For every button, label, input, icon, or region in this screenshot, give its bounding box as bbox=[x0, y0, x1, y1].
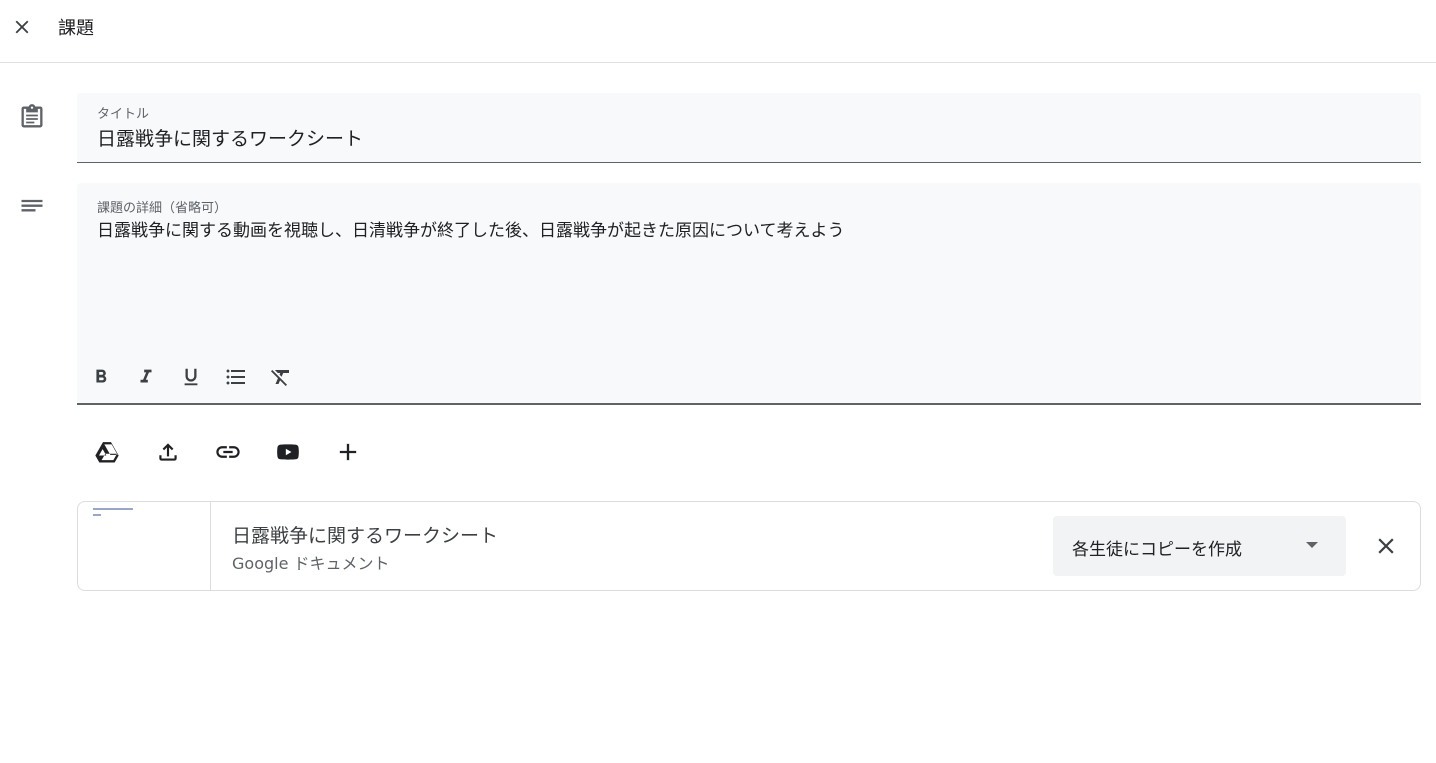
bold-icon bbox=[96, 369, 107, 383]
italic-button[interactable] bbox=[130, 361, 162, 393]
youtube-button[interactable] bbox=[268, 432, 308, 472]
bulleted-list-icon bbox=[226, 369, 245, 385]
google-drive-icon bbox=[95, 442, 119, 463]
youtube-icon bbox=[277, 444, 299, 460]
details-label: 課題の詳細（省略可） bbox=[97, 201, 228, 216]
document-thumbnail[interactable] bbox=[78, 502, 211, 590]
italic-icon bbox=[140, 369, 152, 383]
upload-button[interactable] bbox=[148, 432, 188, 472]
google-drive-button[interactable] bbox=[88, 432, 128, 472]
title-label: タイトル bbox=[97, 107, 150, 122]
attachment-type: Google ドキュメント bbox=[232, 554, 390, 573]
link-button[interactable] bbox=[208, 432, 248, 472]
thumbnail-line bbox=[93, 514, 101, 516]
clear-formatting-button[interactable] bbox=[265, 361, 297, 393]
share-option-select[interactable]: 各生徒にコピーを作成 bbox=[1053, 516, 1346, 576]
details-input[interactable]: 日露戦争に関する動画を視聴し、日清戦争が終了した後、日露戦争が起きた原因について… bbox=[97, 216, 845, 241]
share-option-value: 各生徒にコピーを作成 bbox=[1072, 540, 1242, 560]
details-field[interactable]: 課題の詳細（省略可） 日露戦争に関する動画を視聴し、日清戦争が終了した後、日露戦… bbox=[77, 183, 1421, 405]
title-input[interactable]: 日露戦争に関するワークシート bbox=[97, 124, 363, 151]
assignment-icon bbox=[18, 103, 46, 131]
close-icon bbox=[15, 20, 29, 34]
attachment-card[interactable]: 日露戦争に関するワークシート Google ドキュメント 各生徒にコピーを作成 bbox=[77, 501, 1421, 591]
close-button[interactable] bbox=[6, 11, 38, 43]
underline-button[interactable] bbox=[175, 361, 207, 393]
bulleted-list-button[interactable] bbox=[220, 361, 252, 393]
attachment-name[interactable]: 日露戦争に関するワークシート bbox=[232, 521, 498, 548]
description-icon bbox=[18, 194, 46, 222]
clear-formatting-icon bbox=[271, 370, 289, 386]
thumbnail-line bbox=[93, 508, 133, 510]
attachment-toolbar bbox=[88, 432, 368, 472]
title-field[interactable]: タイトル 日露戦争に関するワークシート bbox=[77, 93, 1421, 163]
upload-icon bbox=[159, 443, 177, 461]
underline-icon bbox=[184, 368, 198, 386]
format-toolbar bbox=[85, 361, 297, 393]
dropdown-arrow-icon bbox=[1306, 542, 1318, 548]
bold-button[interactable] bbox=[85, 361, 117, 393]
top-bar: 課題 bbox=[0, 0, 1436, 63]
page-title: 課題 bbox=[58, 18, 94, 39]
remove-attachment-button[interactable] bbox=[1368, 528, 1404, 564]
link-icon bbox=[216, 446, 240, 458]
add-button[interactable] bbox=[328, 432, 368, 472]
add-icon bbox=[339, 443, 357, 461]
close-icon bbox=[1378, 538, 1394, 554]
